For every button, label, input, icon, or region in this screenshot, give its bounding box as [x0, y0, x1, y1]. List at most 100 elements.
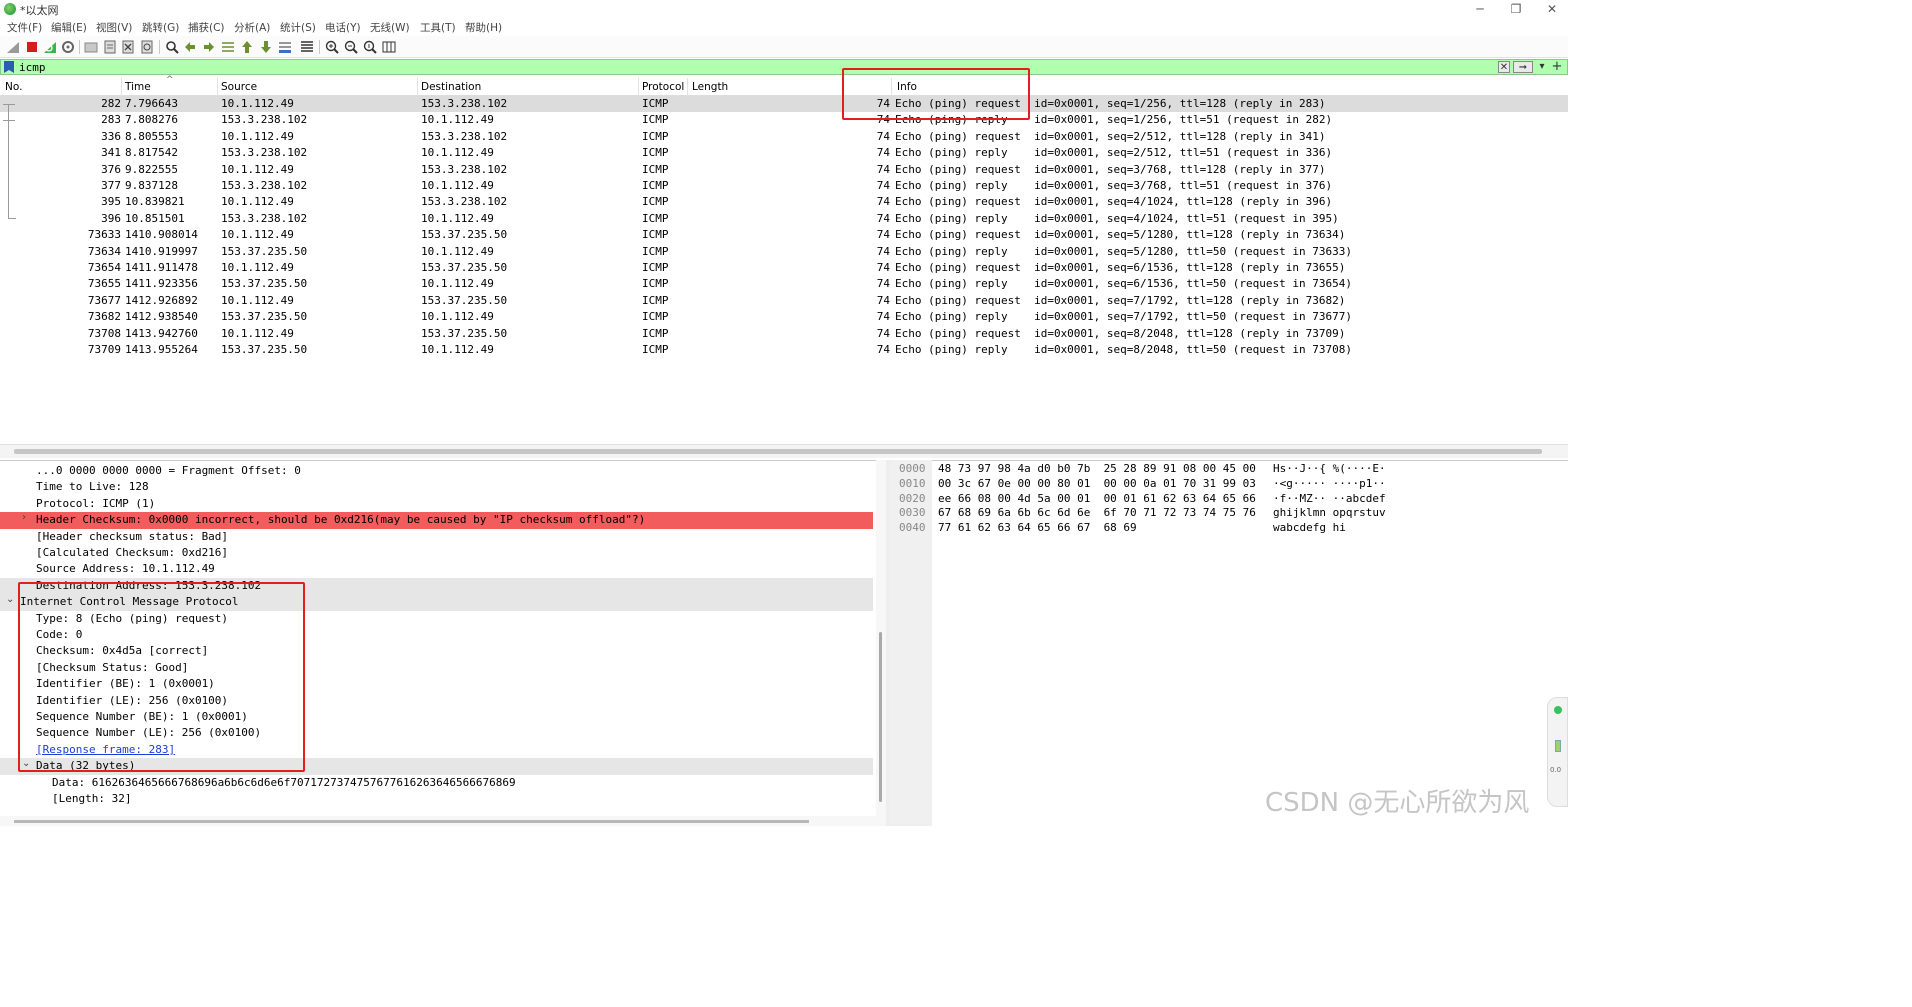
display-filter-input[interactable]	[17, 60, 1487, 74]
detail-row[interactable]: Source Address: 10.1.112.49	[0, 561, 873, 577]
table-row[interactable]: 341 8.817542 153.3.238.102 10.1.112.49 ICMP 7…	[0, 145, 1568, 161]
add-filter-button[interactable]: +	[1551, 60, 1563, 73]
detail-row[interactable]: [Length: 32]	[0, 791, 873, 807]
detail-row[interactable]: [Header checksum status: Bad]	[0, 529, 873, 545]
clear-filter-button[interactable]: ✕	[1498, 61, 1510, 73]
hex-bytes[interactable]: 77 61 62 63 64 65 66 67 68 69	[938, 521, 1137, 536]
open-file-icon[interactable]	[84, 40, 98, 54]
table-row[interactable]: 336 8.805553 10.1.112.49 153.3.238.102 ICMP 7…	[0, 129, 1568, 145]
go-to-packet-icon[interactable]	[221, 40, 235, 54]
go-first-icon[interactable]	[240, 40, 254, 54]
column-divider[interactable]	[417, 78, 418, 96]
hex-bytes[interactable]: 00 3c 67 0e 00 00 80 01 00 00 0a 01 70 3…	[938, 477, 1256, 492]
table-row[interactable]: 396 10.851501 153.3.238.102 10.1.112.49 ICMP…	[0, 211, 1568, 227]
table-row[interactable]: 73708 1413.942760 10.1.112.49 153.37.235.50…	[0, 326, 1568, 342]
go-forward-icon[interactable]	[202, 40, 216, 54]
table-row[interactable]: 73677 1412.926892 10.1.112.49 153.37.235.50…	[0, 293, 1568, 309]
save-file-icon[interactable]	[103, 40, 117, 54]
auto-scroll-icon[interactable]	[278, 40, 292, 54]
scroll-thumb[interactable]	[14, 449, 1542, 454]
hex-bytes[interactable]: 67 68 69 6a 6b 6c 6d 6e 6f 70 71 72 73 7…	[938, 506, 1256, 521]
zoom-out-icon[interactable]	[344, 40, 358, 54]
close-file-icon[interactable]	[121, 40, 135, 54]
menu-view[interactable]: 视图(V)	[96, 20, 132, 35]
apply-filter-button[interactable]: ➞	[1513, 61, 1533, 73]
capture-options-icon[interactable]	[61, 40, 75, 54]
details-vscrollbar[interactable]	[876, 460, 886, 826]
minimize-button[interactable]: ─	[1468, 1, 1492, 17]
menu-go[interactable]: 跳转(G)	[142, 20, 179, 35]
filter-history-dropdown[interactable]: ▾	[1536, 61, 1548, 73]
floating-monitor-widget[interactable]: 0.0	[1547, 697, 1568, 807]
zoom-normal-icon[interactable]	[363, 40, 377, 54]
shark-fin-start-icon[interactable]	[6, 40, 20, 54]
detail-row[interactable]: Time to Live: 128	[0, 479, 873, 495]
menu-wireless[interactable]: 无线(W)	[370, 20, 410, 35]
restart-capture-icon[interactable]	[43, 40, 57, 54]
menu-tools[interactable]: 工具(T)	[420, 20, 456, 35]
table-row[interactable]: 73655 1411.923356 153.37.235.50 10.1.112.49…	[0, 276, 1568, 292]
close-button[interactable]: ✕	[1540, 1, 1564, 17]
column-divider[interactable]	[217, 78, 218, 96]
table-row[interactable]: 282 7.796643 10.1.112.49 153.3.238.102 ICMP 7…	[0, 96, 1568, 113]
detail-row[interactable]: [Calculated Checksum: 0xd216]	[0, 545, 873, 561]
menu-telephony[interactable]: 电话(Y)	[325, 20, 361, 35]
hex-ascii[interactable]: Hs··J··{ %(····E·	[1273, 462, 1386, 477]
hex-offset[interactable]: 0020	[899, 492, 926, 507]
column-divider[interactable]	[121, 78, 122, 96]
detail-row[interactable]: Data: 6162636465666768696a6b6c6d6e6f7071…	[0, 775, 873, 791]
hex-ascii[interactable]: wabcdefg hi	[1273, 521, 1346, 536]
table-row[interactable]: 73682 1412.938540 153.37.235.50 10.1.112.49…	[0, 309, 1568, 325]
go-last-icon[interactable]	[259, 40, 273, 54]
table-row[interactable]: 73654 1411.911478 10.1.112.49 153.37.235.50…	[0, 260, 1568, 276]
table-row[interactable]: 73634 1410.919997 153.37.235.50 10.1.112.49…	[0, 244, 1568, 260]
hex-ascii[interactable]: ghijklmn opqrstuv	[1273, 506, 1386, 521]
scroll-thumb[interactable]	[14, 820, 809, 823]
go-back-icon[interactable]	[183, 40, 197, 54]
column-divider[interactable]	[638, 78, 639, 96]
menu-file[interactable]: 文件(F)	[7, 20, 42, 35]
detail-row[interactable]: ...0 0000 0000 0000 = Fragment Offset: 0	[0, 463, 873, 479]
column-source[interactable]: Source	[221, 81, 257, 93]
packet-list-hscrollbar[interactable]	[0, 444, 1568, 458]
scroll-thumb[interactable]	[879, 632, 882, 802]
stop-capture-icon[interactable]	[25, 40, 39, 54]
menu-capture[interactable]: 捕获(C)	[188, 20, 225, 35]
table-row[interactable]: 73709 1413.955264 153.37.235.50 10.1.112.49…	[0, 342, 1568, 358]
table-row[interactable]: 377 9.837128 153.3.238.102 10.1.112.49 ICMP 7…	[0, 178, 1568, 194]
hex-bytes[interactable]: 48 73 97 98 4a d0 b0 7b 25 28 89 91 08 0…	[938, 462, 1256, 477]
table-row[interactable]: 395 10.839821 10.1.112.49 153.3.238.102 ICMP…	[0, 194, 1568, 210]
hex-bytes[interactable]: ee 66 08 00 4d 5a 00 01 00 01 61 62 63 6…	[938, 492, 1256, 507]
resize-columns-icon[interactable]	[382, 40, 396, 54]
column-length[interactable]: Length	[692, 81, 728, 93]
hex-offset[interactable]: 0010	[899, 477, 926, 492]
hex-offset[interactable]: 0000	[899, 462, 926, 477]
reload-file-icon[interactable]	[140, 40, 154, 54]
column-no[interactable]: No.	[5, 81, 22, 93]
zoom-in-icon[interactable]	[325, 40, 339, 54]
table-row[interactable]: 73633 1410.908014 10.1.112.49 153.37.235.50…	[0, 227, 1568, 243]
menu-analyze[interactable]: 分析(A)	[234, 20, 270, 35]
column-destination[interactable]: Destination	[421, 81, 481, 93]
column-divider[interactable]	[687, 78, 688, 96]
hex-ascii[interactable]: ·<g····· ····p1··	[1273, 477, 1386, 492]
detail-row[interactable]: › Header Checksum: 0x0000 incorrect, shou…	[0, 512, 873, 529]
filter-bookmark-icon[interactable]	[4, 61, 14, 73]
detail-row[interactable]: Protocol: ICMP (1)	[0, 496, 873, 512]
colorize-icon[interactable]	[300, 40, 314, 54]
column-time[interactable]: Time	[125, 81, 151, 93]
details-hscrollbar[interactable]	[0, 816, 886, 826]
collapse-arrow-icon[interactable]: ⌄	[6, 594, 14, 605]
hex-offset[interactable]: 0030	[899, 506, 926, 521]
table-row[interactable]: 283 7.808276 153.3.238.102 10.1.112.49 ICMP 7…	[0, 112, 1568, 128]
menu-help[interactable]: 帮助(H)	[465, 20, 502, 35]
find-packet-icon[interactable]	[165, 40, 179, 54]
column-protocol[interactable]: Protocol	[642, 81, 684, 93]
maximize-button[interactable]: ❐	[1504, 1, 1528, 17]
expand-arrow-icon[interactable]: ›	[22, 512, 26, 523]
menu-edit[interactable]: 编辑(E)	[51, 20, 87, 35]
hex-ascii[interactable]: ·f··MZ·· ··abcdef	[1273, 492, 1386, 507]
hex-offset[interactable]: 0040	[899, 521, 926, 536]
table-row[interactable]: 376 9.822555 10.1.112.49 153.3.238.102 ICMP 7…	[0, 162, 1568, 178]
menu-statistics[interactable]: 统计(S)	[280, 20, 316, 35]
